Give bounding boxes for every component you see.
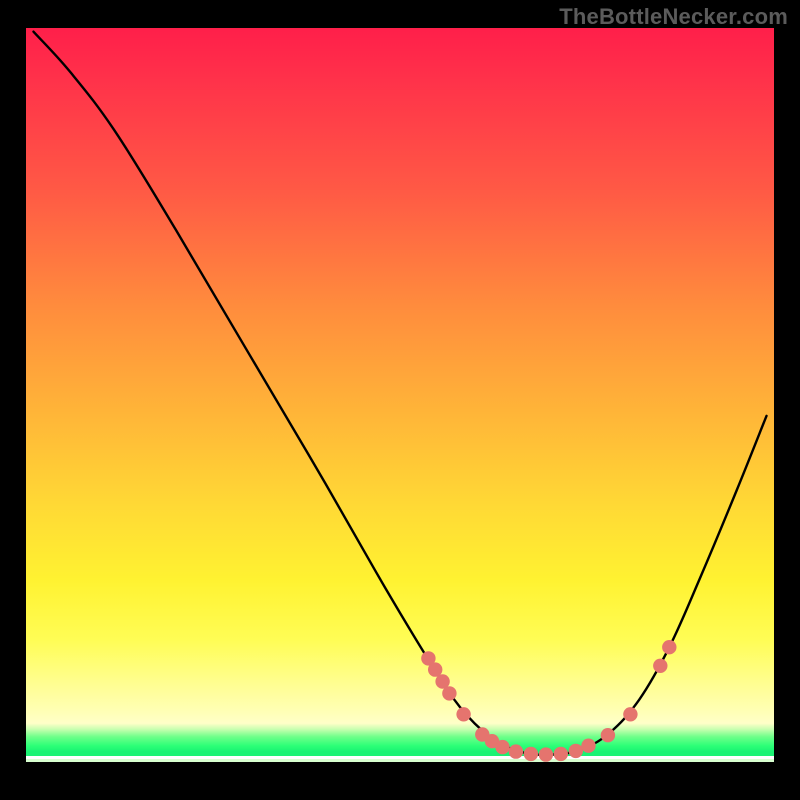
curve-layer (26, 28, 774, 774)
data-marker (581, 739, 595, 753)
data-marker (442, 686, 456, 700)
bottleneck-curve (34, 32, 767, 755)
chart-stage: TheBottleNecker.com (0, 0, 800, 800)
data-marker (653, 659, 667, 673)
data-marker (601, 728, 615, 742)
watermark-text: TheBottleNecker.com (559, 4, 788, 30)
data-marker (662, 640, 676, 654)
data-marker (428, 662, 442, 676)
plot-area (26, 28, 774, 774)
data-marker (554, 747, 568, 761)
data-marker (509, 744, 523, 758)
data-marker (456, 707, 470, 721)
data-marker (569, 744, 583, 758)
data-marker (623, 707, 637, 721)
data-marker (524, 747, 538, 761)
data-marker (539, 747, 553, 761)
data-marker (495, 740, 509, 754)
